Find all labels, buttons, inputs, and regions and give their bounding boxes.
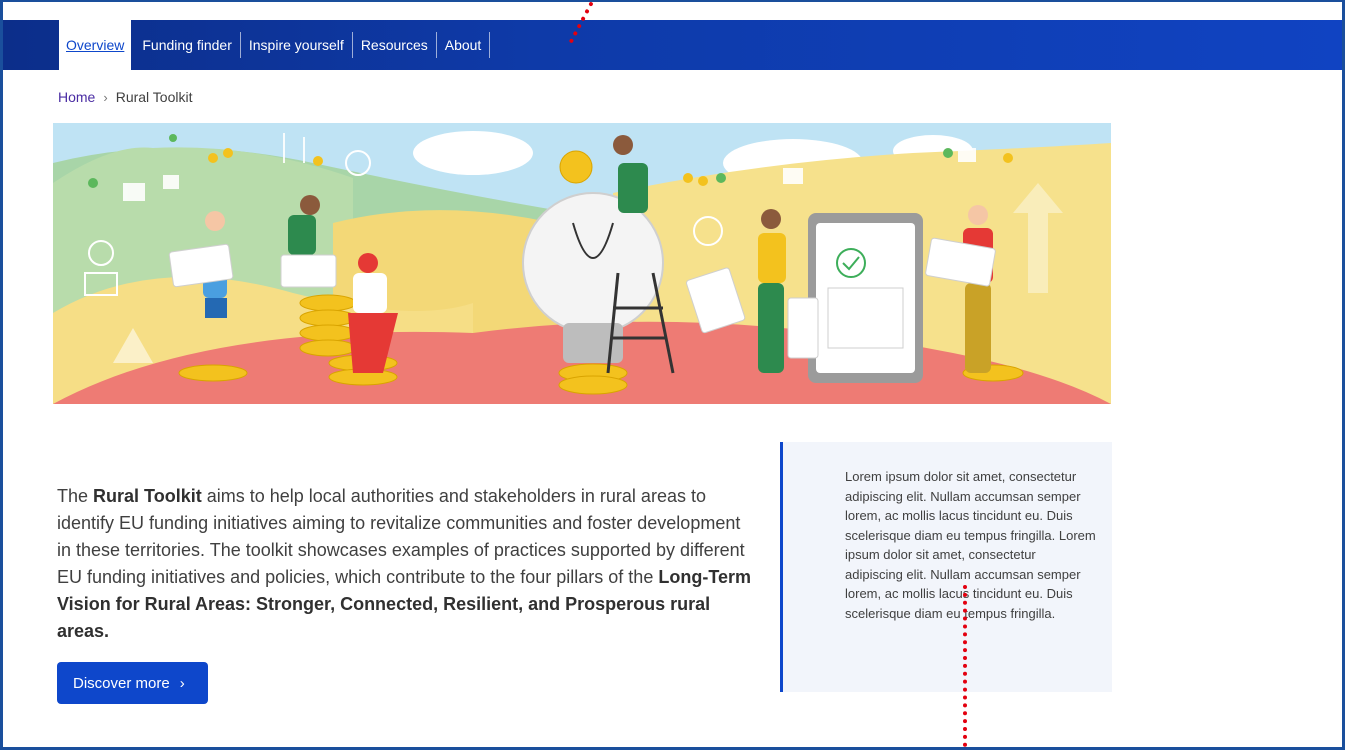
top-navigation: Overview Funding finder Inspire yourself…	[3, 20, 1342, 70]
intro-paragraph: The Rural Toolkit aims to help local aut…	[57, 483, 757, 645]
breadcrumb-home-link[interactable]: Home	[58, 89, 95, 105]
nav-item-overview[interactable]: Overview	[59, 20, 132, 70]
annotation-dotted-line-bottom	[963, 585, 967, 747]
breadcrumb-current: Rural Toolkit	[115, 89, 193, 105]
intro-rural-toolkit: Rural Toolkit	[93, 486, 202, 506]
breadcrumb-separator-icon: ›	[103, 89, 108, 105]
nav-menu: Overview Funding finder Inspire yourself…	[59, 20, 491, 70]
nav-item-resources[interactable]: Resources	[353, 32, 437, 58]
nav-item-inspire-yourself[interactable]: Inspire yourself	[241, 32, 353, 58]
hero-illustration-svg	[53, 123, 1111, 404]
discover-more-button[interactable]: Discover more ›	[57, 662, 208, 704]
hero-illustration	[53, 123, 1111, 404]
breadcrumb: Home › Rural Toolkit	[58, 89, 192, 105]
callout-box: Lorem ipsum dolor sit amet, consectetur …	[780, 442, 1112, 692]
nav-item-about[interactable]: About	[437, 32, 491, 58]
discover-more-label: Discover more	[73, 674, 170, 692]
callout-text: Lorem ipsum dolor sit amet, consectetur …	[845, 469, 1096, 621]
chevron-right-icon: ›	[179, 674, 185, 692]
nav-item-funding-finder[interactable]: Funding finder	[134, 32, 241, 58]
intro-text-1: The	[57, 486, 94, 506]
